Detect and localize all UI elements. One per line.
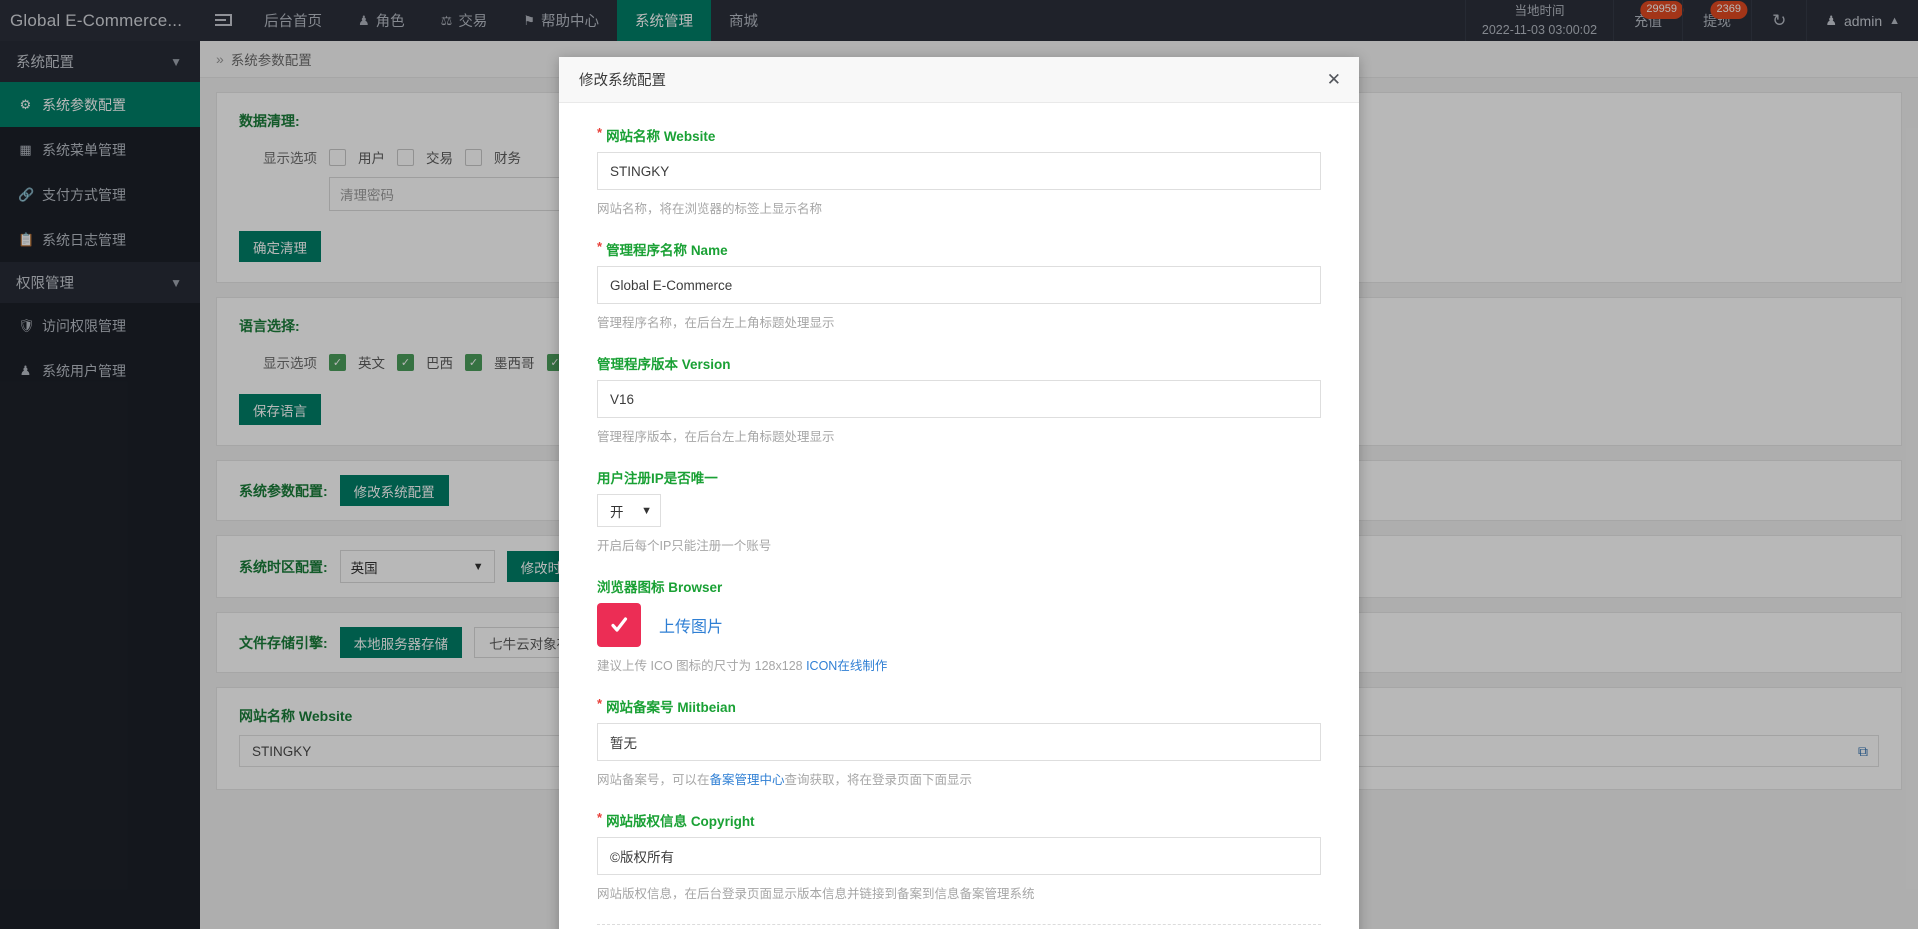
required-asterisk: * <box>597 125 603 140</box>
input-value: Global E-Commerce <box>610 277 733 293</box>
chevron-down-icon: ▼ <box>641 504 652 517</box>
modal-body: * 网站名称 Website STINGKY 网站名称，将在浏览器的标签上显示名… <box>559 103 1359 902</box>
field-browser-icon: 浏览器图标 Browser 上传图片 建议上传 ICO 图标的尺寸为 128x1… <box>597 576 1321 674</box>
input-value: ©版权所有 <box>610 850 674 865</box>
field-copyright-label-row: * 网站版权信息 Copyright <box>597 810 1321 830</box>
field-label: 浏览器图标 Browser <box>597 580 723 595</box>
field-website-name-label-row: * 网站名称 Website <box>597 125 1321 145</box>
field-website-name: * 网站名称 Website STINGKY 网站名称，将在浏览器的标签上显示名… <box>597 125 1321 217</box>
field-label: 网站版权信息 Copyright <box>606 814 755 829</box>
required-asterisk: * <box>597 810 603 825</box>
select-value: 开 <box>610 504 624 520</box>
icon-maker-link[interactable]: ICON在线制作 <box>806 659 887 673</box>
field-help: 管理程序名称，在后台左上角标题处理显示 <box>597 316 835 330</box>
favicon-preview[interactable] <box>597 603 641 647</box>
field-help: 开启后每个IP只能注册一个账号 <box>597 539 772 553</box>
field-help: 网站名称，将在浏览器的标签上显示名称 <box>597 202 823 216</box>
field-admin-name: * 管理程序名称 Name Global E-Commerce 管理程序名称，在… <box>597 239 1321 331</box>
miitbeian-input[interactable]: 暂无 <box>597 723 1321 761</box>
field-help: 建议上传 ICO 图标的尺寸为 128x128 ICON在线制作 <box>597 655 1321 674</box>
field-browser-icon-label-row: 浏览器图标 Browser <box>597 576 1321 596</box>
input-value: 暂无 <box>610 736 637 751</box>
field-miitbeian: * 网站备案号 Miitbeian 暂无 网站备案号，可以在备案管理中心查询获取… <box>597 696 1321 788</box>
field-help: 管理程序版本，在后台左上角标题处理显示 <box>597 430 835 444</box>
check-icon <box>611 617 628 632</box>
field-label: 网站名称 Website <box>606 129 716 144</box>
field-label: 管理程序版本 Version <box>597 357 731 372</box>
field-help: 网站备案号，可以在备案管理中心查询获取，将在登录页面下面显示 <box>597 769 1321 788</box>
field-admin-name-label-row: * 管理程序名称 Name <box>597 239 1321 259</box>
input-value: V16 <box>610 391 635 407</box>
admin-name-input[interactable]: Global E-Commerce <box>597 266 1321 304</box>
modal-header: 修改系统配置 ✕ <box>559 57 1359 103</box>
close-icon[interactable]: ✕ <box>1327 71 1341 88</box>
field-label: 用户注册IP是否唯一 <box>597 471 718 486</box>
edit-system-config-modal: 修改系统配置 ✕ * 网站名称 Website STINGKY 网站名称，将在浏… <box>559 57 1359 929</box>
unique-ip-select[interactable]: 开 ▼ <box>597 494 661 527</box>
upload-image-link[interactable]: 上传图片 <box>659 613 723 637</box>
modal-footer: 保存配置 取消修改 <box>597 924 1321 929</box>
copyright-input[interactable]: ©版权所有 <box>597 837 1321 875</box>
field-help: 网站版权信息，在后台登录页面显示版本信息并链接到备案到信息备案管理系统 <box>597 887 1035 901</box>
field-miitbeian-label-row: * 网站备案号 Miitbeian <box>597 696 1321 716</box>
help-prefix: 建议上传 ICO 图标的尺寸为 128x128 <box>597 659 807 673</box>
required-asterisk: * <box>597 239 603 254</box>
favicon-upload-row: 上传图片 <box>597 603 1321 647</box>
modal-title: 修改系统配置 <box>579 73 666 89</box>
app-root: Global E-Commerce... 后台首页 ♟ 角色 ⚖ 交易 ⚑ 帮助… <box>0 0 1918 929</box>
field-label: 管理程序名称 Name <box>606 243 728 258</box>
field-unique-ip-label-row: 用户注册IP是否唯一 <box>597 467 1321 487</box>
field-copyright: * 网站版权信息 Copyright ©版权所有 网站版权信息，在后台登录页面显… <box>597 810 1321 902</box>
beian-center-link[interactable]: 备案管理中心 <box>710 773 785 787</box>
help-prefix: 网站备案号，可以在 <box>597 773 710 787</box>
input-value: STINGKY <box>610 163 670 179</box>
required-asterisk: * <box>597 696 603 711</box>
field-version: 管理程序版本 Version V16 管理程序版本，在后台左上角标题处理显示 <box>597 353 1321 445</box>
field-version-label-row: 管理程序版本 Version <box>597 353 1321 373</box>
help-suffix: 查询获取，将在登录页面下面显示 <box>784 773 973 787</box>
version-input[interactable]: V16 <box>597 380 1321 418</box>
field-unique-ip: 用户注册IP是否唯一 开 ▼ 开启后每个IP只能注册一个账号 <box>597 467 1321 554</box>
field-label: 网站备案号 Miitbeian <box>606 700 736 715</box>
website-name-input[interactable]: STINGKY <box>597 152 1321 190</box>
